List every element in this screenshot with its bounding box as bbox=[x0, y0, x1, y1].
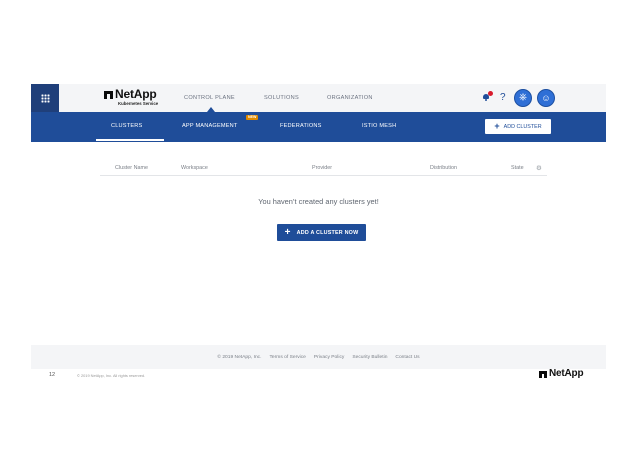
netapp-logo-icon bbox=[539, 370, 547, 378]
column-provider[interactable]: Provider bbox=[312, 165, 332, 171]
nav-control-plane[interactable]: CONTROL PLANE bbox=[184, 95, 235, 101]
add-cluster-label: ADD CLUSTER bbox=[503, 123, 542, 130]
nav-organization[interactable]: ORGANIZATION bbox=[327, 95, 373, 101]
avatar-icon[interactable]: ☺ bbox=[537, 89, 555, 107]
sub-navigation: CLUSTERS APP MANAGEMENT NEW FEDERATIONS … bbox=[31, 112, 606, 142]
clusters-table-header: Cluster Name Workspace Provider Distribu… bbox=[100, 165, 547, 176]
footer-privacy-link[interactable]: Privacy Policy bbox=[314, 355, 344, 360]
column-workspace[interactable]: Workspace bbox=[181, 165, 208, 171]
footer-security-link[interactable]: Security Bulletin bbox=[352, 355, 387, 360]
plus-icon: + bbox=[494, 121, 500, 131]
tab-istio-mesh[interactable]: ISTIO MESH bbox=[362, 123, 396, 129]
tab-federations[interactable]: FEDERATIONS bbox=[280, 123, 322, 129]
top-bar: NetApp Kubernetes Service CONTROL PLANE … bbox=[31, 84, 606, 112]
nav-solutions[interactable]: SOLUTIONS bbox=[264, 95, 299, 101]
gear-icon[interactable]: ⚙ bbox=[536, 164, 542, 172]
footer-terms-link[interactable]: Terms of Service bbox=[269, 355, 305, 360]
app-window: NetApp Kubernetes Service CONTROL PLANE … bbox=[31, 84, 606, 369]
column-cluster-name[interactable]: Cluster Name bbox=[115, 165, 148, 171]
notification-badge bbox=[488, 91, 493, 96]
tab-app-management[interactable]: APP MANAGEMENT bbox=[182, 123, 238, 129]
slide-netapp-logo: NetApp bbox=[539, 368, 584, 379]
kubernetes-icon[interactable]: ⎈ bbox=[514, 89, 532, 107]
netapp-logo-icon bbox=[104, 90, 113, 99]
column-distribution[interactable]: Distribution bbox=[430, 165, 457, 171]
slide-copyright: © 2019 NetApp, Inc. All rights reserved. bbox=[77, 373, 146, 378]
add-cluster-now-button[interactable]: + ADD A CLUSTER NOW bbox=[277, 224, 366, 241]
slide-number: 12 bbox=[49, 372, 56, 378]
add-cluster-button[interactable]: + ADD CLUSTER bbox=[485, 119, 551, 134]
column-state[interactable]: State bbox=[511, 165, 524, 171]
logo-subtitle: Kubernetes Service bbox=[118, 101, 159, 106]
active-tab-indicator bbox=[96, 139, 164, 141]
footer-copyright: © 2019 NetApp, Inc. bbox=[217, 354, 262, 360]
app-menu-button[interactable] bbox=[31, 84, 59, 112]
netapp-logo[interactable]: NetApp Kubernetes Service bbox=[104, 87, 159, 106]
tab-clusters[interactable]: CLUSTERS bbox=[111, 123, 142, 129]
add-cluster-now-label: ADD A CLUSTER NOW bbox=[296, 229, 359, 236]
plus-icon: + bbox=[284, 226, 291, 238]
grid-icon bbox=[40, 93, 50, 103]
footer-contact-link[interactable]: Contact Us bbox=[395, 355, 419, 360]
slide-logo-text: NetApp bbox=[549, 368, 584, 379]
empty-state-message: You haven’t created any clusters yet! bbox=[258, 197, 379, 206]
logo-text: NetApp bbox=[115, 87, 157, 101]
help-icon[interactable]: ? bbox=[500, 92, 506, 103]
footer: © 2019 NetApp, Inc. Terms of Service Pri… bbox=[31, 345, 606, 369]
new-badge: NEW bbox=[246, 115, 259, 120]
